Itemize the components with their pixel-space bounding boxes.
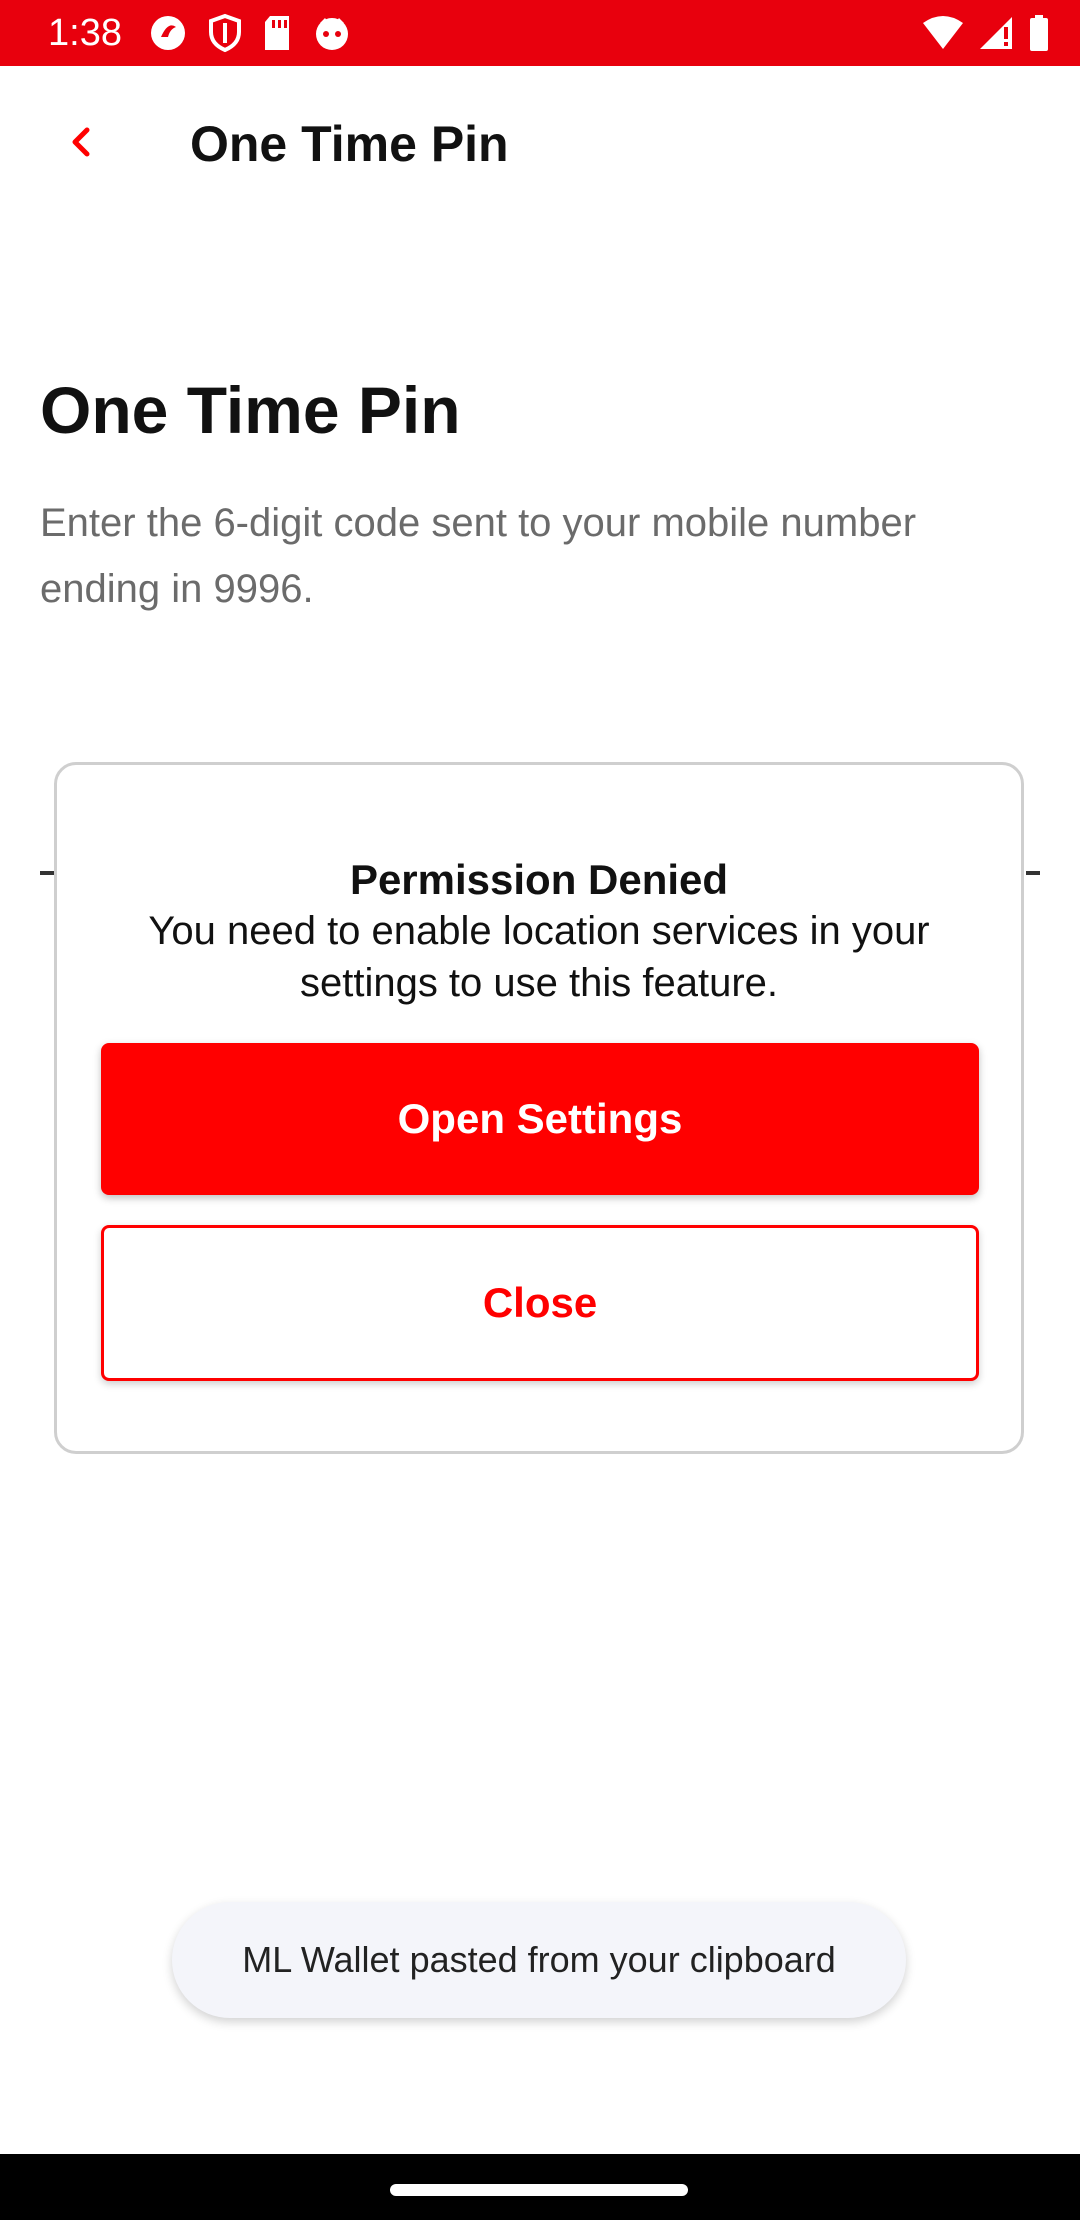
wifi-icon	[922, 15, 964, 51]
navigation-bar	[0, 2154, 1080, 2220]
status-time: 1:38	[48, 12, 122, 54]
page-description: Enter the 6-digit code sent to your mobi…	[40, 501, 917, 611]
dialog-title: Permission Denied	[349, 856, 729, 903]
battery-icon	[1028, 14, 1050, 52]
clipboard-toast: ML Wallet pasted from your clipboard	[172, 1902, 906, 2018]
status-notification-icons	[148, 12, 352, 54]
shield-icon	[208, 13, 242, 53]
app-bar-title: One Time Pin	[190, 116, 509, 172]
app-notification-icon	[148, 13, 188, 53]
otp-field-underline[interactable]	[40, 871, 54, 875]
otp-field-underline[interactable]	[1026, 871, 1040, 875]
chevron-left-icon	[62, 122, 102, 167]
page-heading: One Time Pin	[40, 373, 461, 447]
home-indicator[interactable]	[390, 2184, 688, 2196]
status-system-icons	[922, 12, 1050, 54]
permission-dialog: Permission Denied You need to enable loc…	[54, 762, 1024, 1454]
status-bar: 1:38	[0, 0, 1080, 66]
app-bar: One Time Pin	[0, 66, 1080, 222]
sd-card-icon	[262, 14, 292, 52]
dialog-message: You need to enable location services in …	[148, 909, 930, 1005]
open-settings-button[interactable]: Open Settings	[101, 1043, 979, 1195]
open-settings-label: Open Settings	[397, 1095, 683, 1142]
app-face-icon	[312, 13, 352, 53]
close-button[interactable]: Close	[101, 1225, 979, 1381]
toast-text: ML Wallet pasted from your clipboard	[242, 1939, 836, 1980]
back-button[interactable]	[50, 112, 114, 176]
signal-icon	[978, 15, 1014, 51]
close-label: Close	[482, 1279, 598, 1326]
